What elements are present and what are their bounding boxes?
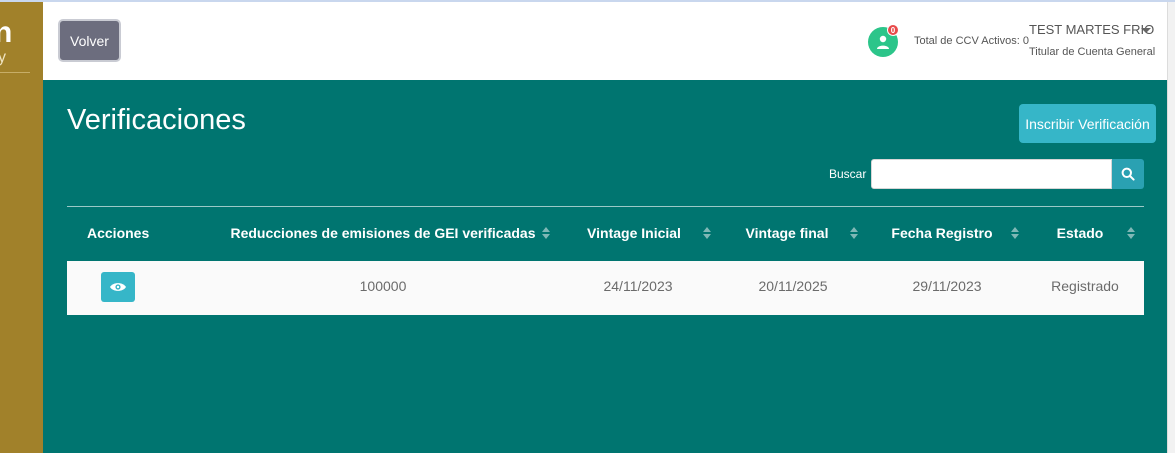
- user-menu-name[interactable]: TEST MARTES FRIO: [1029, 22, 1154, 37]
- sidebar: n y: [0, 2, 43, 453]
- sidebar-divider: [0, 72, 30, 73]
- column-header-reducciones[interactable]: Reducciones de emisiones de GEI verifica…: [223, 225, 543, 241]
- inscribir-verificacion-button[interactable]: Inscribir Verificación: [1019, 104, 1156, 143]
- eye-icon: [110, 283, 126, 291]
- ccv-total-text: Total de CCV Activos: 0: [914, 35, 1029, 47]
- column-header-acciones: Acciones: [87, 225, 150, 241]
- column-header-fecha-registro[interactable]: Fecha Registro: [888, 225, 996, 241]
- sort-icon[interactable]: [1126, 225, 1136, 241]
- table-row: 100000 24/11/2023 20/11/2025 29/11/2023 …: [67, 261, 1144, 315]
- search-label: Buscar: [829, 167, 867, 181]
- cell-vintage-final: 20/11/2025: [758, 278, 828, 294]
- notification-badge: 0: [887, 24, 899, 36]
- view-button[interactable]: [101, 272, 135, 302]
- scrollbar[interactable]: [1167, 2, 1175, 453]
- caret-down-icon[interactable]: [1141, 28, 1151, 33]
- cell-reducciones: 100000: [359, 278, 407, 294]
- cell-estado: Registrado: [1051, 278, 1119, 294]
- search-input[interactable]: [871, 159, 1112, 189]
- back-button[interactable]: Volver: [58, 19, 121, 62]
- sidebar-logo-subtitle-fragment: y: [0, 49, 6, 66]
- sort-icon[interactable]: [849, 225, 859, 241]
- header: Volver 0 Total de CCV Activos: 0 TEST MA…: [43, 2, 1167, 80]
- sidebar-logo-fragment: n: [0, 16, 13, 49]
- user-glyph-icon: [877, 35, 889, 49]
- table-top-border: [67, 206, 1144, 207]
- user-role-text: Titular de Cuenta General: [1029, 46, 1156, 58]
- sort-icon[interactable]: [702, 225, 712, 241]
- column-header-vintage-inicial[interactable]: Vintage Inicial: [583, 225, 685, 241]
- main-content: Verificaciones Inscribir Verificación Bu…: [43, 80, 1167, 453]
- column-header-estado[interactable]: Estado: [1045, 225, 1115, 241]
- cell-fecha-registro: 29/11/2023: [912, 278, 982, 294]
- page-title: Verificaciones: [67, 104, 246, 136]
- sort-icon[interactable]: [1010, 225, 1020, 241]
- search-icon: [1121, 167, 1135, 181]
- sort-icon[interactable]: [541, 225, 551, 241]
- cell-vintage-inicial: 24/11/2023: [603, 278, 673, 294]
- column-header-vintage-final[interactable]: Vintage final: [738, 225, 836, 241]
- search-button[interactable]: [1112, 159, 1144, 189]
